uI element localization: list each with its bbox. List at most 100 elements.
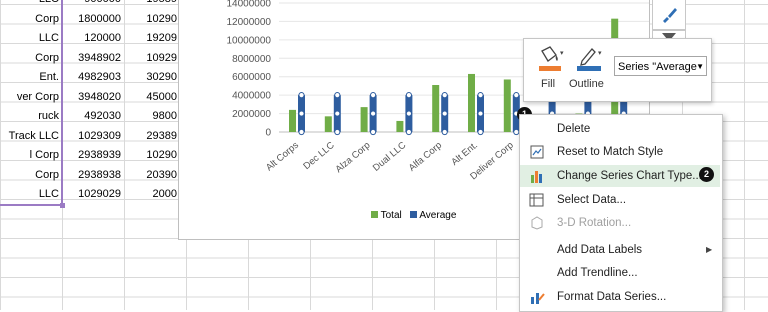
cell-avg[interactable]: 10290 <box>124 10 177 29</box>
format-series-icon <box>531 293 545 304</box>
svg-text:▾: ▾ <box>598 49 602 57</box>
legend-label-total: Total <box>380 210 402 221</box>
selection-handle <box>298 128 305 136</box>
selection-handle <box>477 92 484 99</box>
bar-total <box>360 107 368 132</box>
fill-label[interactable]: Fill <box>541 78 555 90</box>
selection-handle <box>370 92 377 99</box>
brush-icon <box>663 8 677 23</box>
series-select[interactable]: Series "Average ▼ <box>614 56 707 76</box>
y-tick-label: 4000000 <box>232 91 271 102</box>
reset-style-icon <box>530 145 544 159</box>
y-tick-label: 12000000 <box>227 17 272 28</box>
outline-label[interactable]: Outline <box>569 78 604 90</box>
menu-item-format-series-label: Format Data Series... <box>557 291 667 303</box>
menu-item-delete[interactable]: Delete <box>520 118 720 140</box>
x-tick-label: Alt Corps <box>264 140 301 174</box>
outline-button[interactable]: ▾ <box>574 45 604 75</box>
bar-total <box>503 79 511 132</box>
bar-total <box>289 109 296 132</box>
cell-avg[interactable]: 10290 <box>124 146 177 165</box>
menu-item-3d-rotation-label: 3-D Rotation... <box>557 217 632 229</box>
cell-total[interactable]: 3948020 <box>63 88 123 107</box>
selection-handle <box>370 128 377 136</box>
y-tick-label: 6000000 <box>232 72 271 83</box>
menu-item-delete-label: Delete <box>557 123 591 135</box>
cell-total[interactable]: 120000 <box>63 29 123 48</box>
select-data-icon <box>529 193 544 207</box>
bar-total <box>432 85 440 132</box>
selection-handle <box>405 110 412 117</box>
cell-total[interactable]: 1800000 <box>63 10 123 29</box>
cell-avg[interactable]: 19589 <box>124 0 177 9</box>
cell-total[interactable]: 4982903 <box>63 68 123 87</box>
cell-total[interactable]: 492030 <box>63 107 123 126</box>
cell-total[interactable]: 900000 <box>63 0 123 9</box>
y-tick-label: 14000000 <box>227 0 272 10</box>
y-tick-label: 2000000 <box>232 109 271 120</box>
selection-handle <box>298 110 305 117</box>
legend-swatch-average <box>410 211 418 218</box>
selection-handle <box>513 92 520 99</box>
cell-avg[interactable]: 30290 <box>124 68 177 87</box>
selection-handle <box>334 128 341 136</box>
svg-text:▾: ▾ <box>560 49 564 57</box>
cell-avg[interactable]: 20390 <box>124 166 177 185</box>
menu-item-reset-style[interactable]: Reset to Match Style <box>520 141 720 163</box>
selection-handle <box>334 92 341 99</box>
cell-total[interactable]: 1029029 <box>63 185 123 204</box>
bar-total <box>468 73 475 132</box>
cell-total[interactable]: 1029309 <box>63 127 123 146</box>
cell-avg[interactable]: 2000 <box>124 185 177 204</box>
x-tick-label: Alfa Corp <box>407 140 444 174</box>
chart-legend[interactable]: Total Average <box>371 210 456 221</box>
bar-total <box>396 120 404 132</box>
selection-handle <box>441 110 448 117</box>
x-tick-label: Dec LLC <box>301 140 336 172</box>
selection-handle <box>370 110 377 117</box>
chevron-down-icon: ▼ <box>696 62 704 71</box>
selection-handle <box>477 128 484 136</box>
menu-item-add-data-labels[interactable]: Add Data Labels ▶ <box>520 239 720 261</box>
selection-handle <box>441 128 448 136</box>
context-menu: Delete Reset to Match Style Change Serie… <box>519 114 723 312</box>
fill-button[interactable]: ▾ <box>536 45 564 75</box>
menu-item-add-trendline-label: Add Trendline... <box>557 267 638 279</box>
legend-swatch-total <box>371 211 378 218</box>
cell-avg[interactable]: 9800 <box>124 107 177 126</box>
pen-outline-icon: ▾ <box>577 48 602 71</box>
menu-item-format-series[interactable]: Format Data Series... <box>520 286 720 308</box>
cell-total[interactable]: 2938938 <box>63 166 123 185</box>
selection-range <box>0 0 63 206</box>
menu-item-add-trendline[interactable]: Add Trendline... <box>520 262 720 284</box>
y-tick-label: 10000000 <box>227 35 272 46</box>
step-badge-2: 2 <box>699 167 714 182</box>
cell-avg[interactable]: 10929 <box>124 49 177 68</box>
selection-handle <box>334 110 341 117</box>
menu-item-add-data-labels-label: Add Data Labels <box>557 244 643 256</box>
fill-handle[interactable] <box>60 203 65 208</box>
chart-styles-button[interactable] <box>652 0 686 30</box>
selection-handle <box>405 128 412 136</box>
cell-total[interactable]: 2938939 <box>63 146 123 165</box>
cell-total[interactable]: 3948902 <box>63 49 123 68</box>
legend-label-average: Average <box>419 210 457 221</box>
cell-avg[interactable]: 19209 <box>124 29 177 48</box>
cell-avg[interactable]: 29389 <box>124 127 177 146</box>
menu-item-select-data[interactable]: Select Data... <box>520 189 720 211</box>
chart-type-icon <box>531 171 542 183</box>
x-tick-label: Alza Corp <box>333 140 372 175</box>
submenu-arrow-icon: ▶ <box>706 245 713 254</box>
menu-item-change-chart-type[interactable]: Change Series Chart Type... <box>520 165 720 187</box>
selection-handle <box>441 92 448 99</box>
selection-handle <box>405 92 412 99</box>
cell-avg[interactable]: 45000 <box>124 88 177 107</box>
menu-item-change-chart-type-label: Change Series Chart Type... <box>557 170 702 182</box>
cube-icon <box>531 216 543 230</box>
series-select-value: Series "Average <box>618 61 697 73</box>
bar-total <box>324 116 332 132</box>
menu-item-3d-rotation[interactable]: 3-D Rotation... <box>520 212 720 234</box>
x-tick-label: Alt Ent. <box>449 140 480 168</box>
selection-handle <box>298 92 305 99</box>
menu-item-select-data-label: Select Data... <box>557 194 627 206</box>
